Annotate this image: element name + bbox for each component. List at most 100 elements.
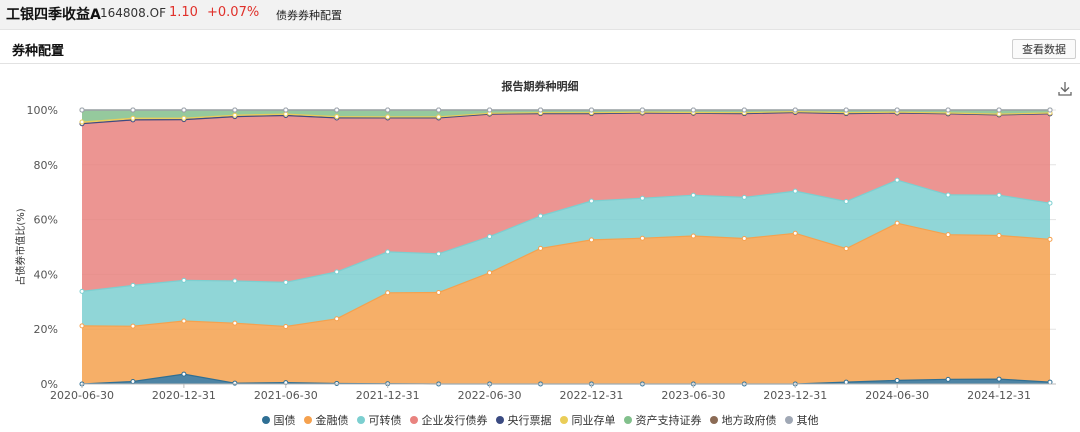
legend-item[interactable]: 央行票据 <box>495 412 552 428</box>
data-point <box>690 107 696 113</box>
data-point <box>181 371 187 377</box>
data-point <box>79 288 85 294</box>
y-tick-label: 40% <box>34 268 58 281</box>
legend-item[interactable]: 资产支持证券 <box>623 412 702 428</box>
data-point <box>894 377 900 383</box>
data-point <box>894 107 900 113</box>
data-point <box>334 380 340 386</box>
data-point <box>792 230 798 236</box>
data-point <box>741 236 747 242</box>
data-point <box>181 318 187 324</box>
data-point <box>996 192 1002 198</box>
data-point <box>232 380 238 386</box>
data-point <box>538 107 544 113</box>
legend-marker-icon <box>261 416 270 424</box>
data-point <box>1047 379 1053 385</box>
data-point <box>283 111 289 117</box>
data-point <box>436 107 442 113</box>
data-point <box>181 107 187 113</box>
legend-marker-icon <box>356 416 365 424</box>
data-point <box>181 277 187 283</box>
x-tick-label: 2024-12-31 <box>967 389 1031 402</box>
data-point <box>487 270 493 276</box>
fund-change: +0.07% <box>207 5 260 20</box>
data-point <box>792 107 798 113</box>
legend-item[interactable]: 企业发行债券 <box>409 412 488 428</box>
legend-label: 金融债 <box>315 414 349 427</box>
data-point <box>945 107 951 113</box>
legend-label: 企业发行债券 <box>421 414 488 427</box>
data-point <box>639 235 645 241</box>
x-tick-label: 2023-06-30 <box>661 389 725 402</box>
data-point <box>232 320 238 326</box>
data-point <box>487 234 493 240</box>
data-point <box>436 251 442 257</box>
legend-item[interactable]: 可转债 <box>356 412 402 428</box>
x-tick-label: 2020-12-31 <box>152 389 216 402</box>
y-axis-label: 占债券市值比(%) <box>14 208 27 285</box>
data-point <box>843 199 849 205</box>
data-point <box>232 107 238 113</box>
x-tick-label: 2021-12-31 <box>356 389 420 402</box>
data-point <box>588 198 594 204</box>
data-point <box>79 323 85 329</box>
data-point <box>181 115 187 121</box>
data-point <box>945 232 951 238</box>
data-point <box>843 379 849 385</box>
legend-item[interactable]: 金融债 <box>303 412 349 428</box>
data-point <box>334 269 340 275</box>
data-point <box>538 213 544 219</box>
legend-marker-icon <box>409 416 418 424</box>
data-point <box>436 114 442 120</box>
x-tick-label: 2022-06-30 <box>458 389 522 402</box>
fund-header-bar: 工银四季收益A 164808.OF 1.10 +0.07% 债券券种配置 <box>0 0 1080 30</box>
fund-code: 164808.OF <box>100 6 166 20</box>
data-point <box>130 107 136 113</box>
data-point <box>130 323 136 329</box>
legend-marker-icon <box>495 416 504 424</box>
legend-marker-icon <box>559 416 568 424</box>
legend-label: 其他 <box>796 414 819 427</box>
legend-item[interactable]: 地方政府债 <box>709 412 777 428</box>
data-point <box>945 376 951 382</box>
data-point <box>1047 107 1053 113</box>
legend-item[interactable]: 同业存单 <box>559 412 616 428</box>
data-point <box>385 249 391 255</box>
data-point <box>334 114 340 120</box>
data-point <box>894 177 900 183</box>
data-point <box>334 316 340 322</box>
data-point <box>79 119 85 125</box>
legend-label: 国债 <box>273 414 296 427</box>
x-tick-label: 2023-12-31 <box>763 389 827 402</box>
data-point <box>436 289 442 295</box>
data-point <box>996 107 1002 113</box>
legend-item[interactable]: 其他 <box>784 412 819 428</box>
legend-marker-icon <box>303 416 312 424</box>
data-point <box>283 107 289 113</box>
legend-item[interactable]: 国债 <box>261 412 296 428</box>
data-point <box>130 282 136 288</box>
data-point <box>894 220 900 226</box>
data-point <box>843 107 849 113</box>
data-point <box>690 192 696 198</box>
data-point <box>996 232 1002 238</box>
data-point <box>1047 200 1053 206</box>
data-point <box>130 379 136 385</box>
y-tick-label: 20% <box>34 323 58 336</box>
x-tick-label: 2020-06-30 <box>50 389 114 402</box>
section-title: 券种配置 <box>12 44 65 59</box>
y-tick-label: 60% <box>34 214 58 227</box>
view-data-button[interactable]: 查看数据 <box>1012 39 1076 59</box>
data-point <box>996 111 1002 117</box>
bond-allocation-chart: 0%20%40%60%80%100%占债券市值比(%)2020-06-30 202… <box>14 104 1056 402</box>
data-point <box>232 112 238 118</box>
tab-bond-allocation[interactable]: 债券券种配置 <box>276 7 342 23</box>
legend-marker-icon <box>623 416 632 424</box>
data-point <box>79 107 85 113</box>
x-tick-label: 2021-06-30 <box>254 389 318 402</box>
fund-name: 工银四季收益A <box>6 7 101 23</box>
data-point <box>283 279 289 285</box>
x-tick-label: 2024-06-30 <box>865 389 929 402</box>
data-point <box>588 107 594 113</box>
x-tick-label: 2022-12-31 <box>560 389 624 402</box>
